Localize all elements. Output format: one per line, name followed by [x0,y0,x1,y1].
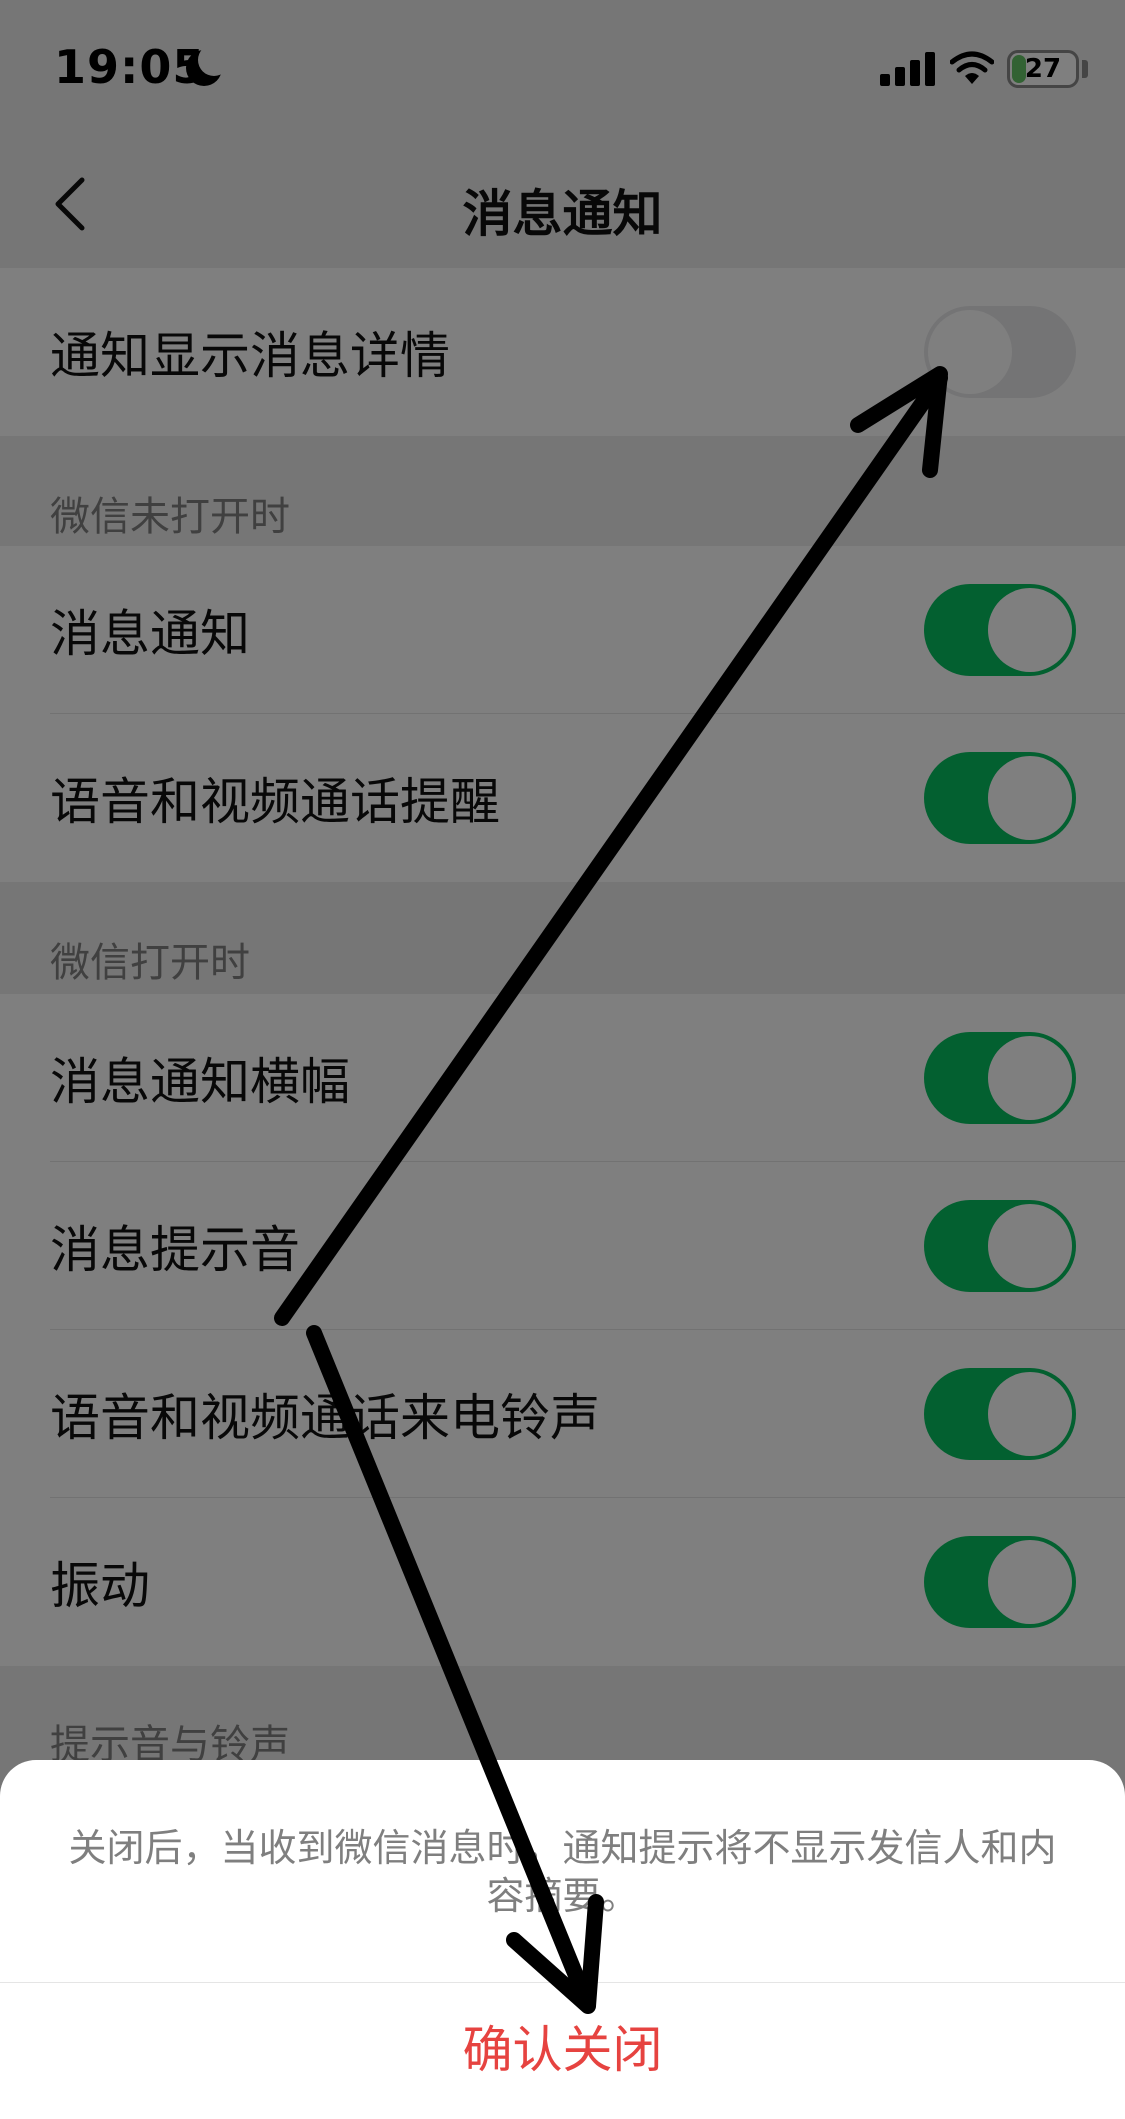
sheet-message: 关闭后，当收到微信消息时，通知提示将不显示发信人和内容摘要。 [68,1826,1057,1918]
action-sheet: 关闭后，当收到微信消息时，通知提示将不显示发信人和内容摘要。 确认关闭 [0,1760,1125,2119]
screen: 19:05 27 消息通知 通知显示消息详情 微信 [0,0,1125,2119]
confirm-close-button[interactable]: 确认关闭 [0,1982,1125,2119]
